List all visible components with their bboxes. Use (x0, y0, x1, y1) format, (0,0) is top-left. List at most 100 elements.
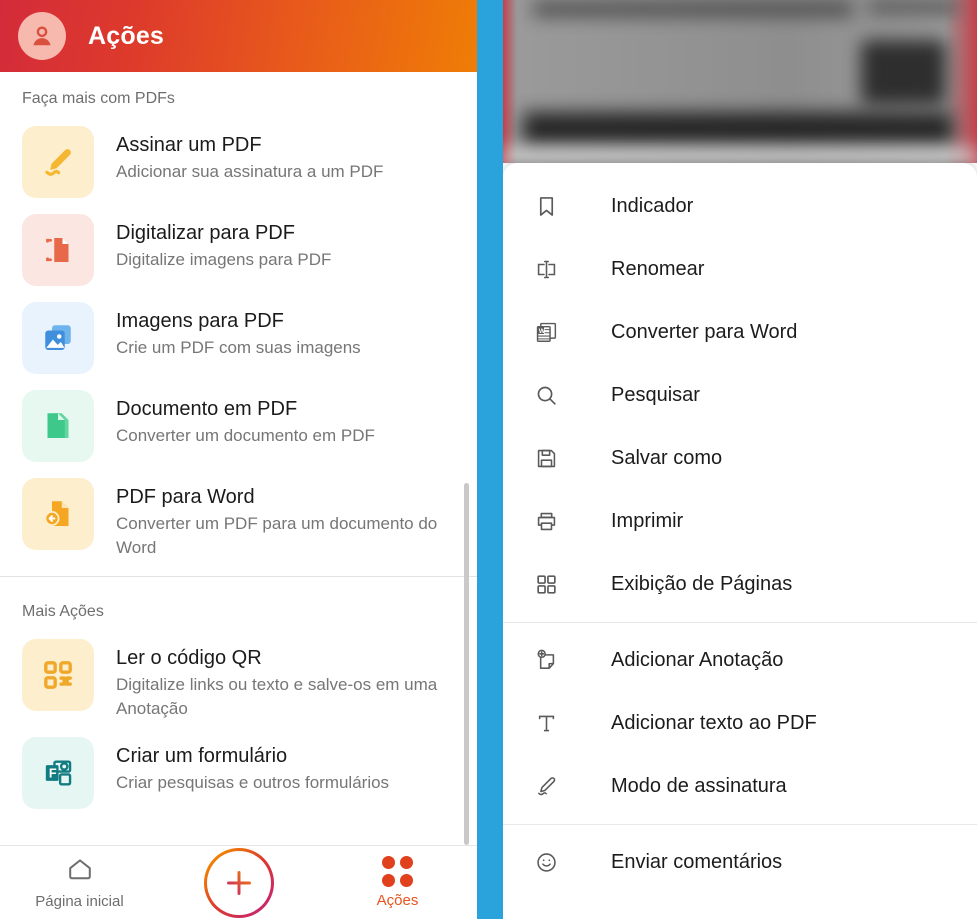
action-item-sign-pdf[interactable]: Assinar um PDF Adicionar sua assinatura … (0, 118, 477, 206)
menu-item-search[interactable]: Pesquisar (503, 364, 977, 427)
app-header: Ações (0, 0, 477, 72)
panel-separator (477, 0, 503, 919)
action-subtitle: Converter um documento em PDF (116, 426, 375, 445)
menu-label: Adicionar Anotação (611, 649, 784, 671)
menu-label: Enviar comentários (611, 851, 783, 873)
rename-icon (529, 253, 563, 287)
action-item-text: Digitalizar para PDF Digitalize imagens … (116, 214, 331, 272)
action-subtitle: Criar pesquisas e outros formulários (116, 773, 390, 792)
action-item-text: Imagens para PDF Crie um PDF com suas im… (116, 302, 361, 360)
svg-text:W: W (538, 328, 545, 335)
pdf-viewer-panel: Indicador Renomear W Converter para Word… (503, 0, 977, 919)
create-new-button[interactable] (203, 847, 274, 918)
blurred-document-preview (503, 0, 977, 163)
vertical-scrollbar[interactable] (464, 483, 469, 845)
search-icon (529, 379, 563, 413)
action-item-text: Ler o código QR Digitalize links ou text… (116, 639, 446, 721)
menu-item-bookmark[interactable]: Indicador (503, 175, 977, 238)
menu-group-divider (503, 622, 977, 623)
action-item-text: PDF para Word Converter um PDF para um d… (116, 478, 446, 560)
menu-label: Exibição de Páginas (611, 573, 793, 595)
section-header-more-actions: Mais Ações (22, 603, 104, 620)
action-item-images-to-pdf[interactable]: Imagens para PDF Crie um PDF com suas im… (0, 294, 477, 382)
blur-band (861, 40, 946, 105)
nav-item-actions[interactable]: Ações (318, 856, 477, 909)
scan-to-pdf-icon (22, 214, 94, 286)
menu-item-convert-to-word[interactable]: W Converter para Word (503, 301, 977, 364)
smiley-feedback-icon (529, 846, 563, 880)
action-title: Assinar um PDF (116, 134, 262, 156)
actions-panel: Ações Faça mais com PDFs Assinar um PDF … (0, 0, 477, 919)
action-title: PDF para Word (116, 486, 255, 508)
action-subtitle: Digitalize links ou texto e salve-os em … (116, 675, 438, 718)
menu-item-rename[interactable]: Renomear (503, 238, 977, 301)
menu-item-send-feedback[interactable]: Enviar comentários (503, 831, 977, 894)
svg-text:F: F (49, 765, 57, 780)
nav-label-home: Página inicial (35, 893, 124, 910)
dot (382, 874, 395, 887)
blur-band (533, 2, 853, 16)
signature-pen-icon (529, 770, 563, 804)
action-item-text: Criar um formulário Criar pesquisas e ou… (116, 737, 389, 795)
menu-label: Pesquisar (611, 384, 700, 406)
action-item-text: Documento em PDF Converter um documento … (116, 390, 375, 448)
page-title: Ações (88, 21, 165, 50)
menu-item-print[interactable]: Imprimir (503, 490, 977, 553)
dot (382, 856, 395, 869)
action-title: Imagens para PDF (116, 310, 284, 332)
menu-item-save-as[interactable]: Salvar como (503, 427, 977, 490)
app-screenshot: Ações Faça mais com PDFs Assinar um PDF … (0, 0, 977, 919)
menu-label: Salvar como (611, 447, 723, 469)
action-title: Criar um formulário (116, 745, 288, 767)
menu-item-add-annotation[interactable]: Adicionar Anotação (503, 629, 977, 692)
action-item-text: Assinar um PDF Adicionar sua assinatura … (116, 126, 383, 184)
menu-label: Modo de assinatura (611, 775, 787, 797)
action-item-read-qr-code[interactable]: Ler o código QR Digitalize links ou text… (0, 631, 477, 729)
create-form-icon: F (22, 737, 94, 809)
blur-band (523, 112, 953, 146)
menu-label: Imprimir (611, 510, 684, 532)
action-item-scan-to-pdf[interactable]: Digitalizar para PDF Digitalize imagens … (0, 206, 477, 294)
action-item-create-form[interactable]: F Criar um formulário Criar pesquisas e … (0, 729, 477, 817)
word-doc-icon: W (529, 316, 563, 350)
action-item-pdf-to-word[interactable]: PDF para Word Converter um PDF para um d… (0, 470, 477, 568)
printer-icon (529, 505, 563, 539)
qr-code-icon (22, 639, 94, 711)
menu-group-divider (503, 824, 977, 825)
menu-label: Indicador (611, 195, 694, 217)
grid-dots-icon (382, 856, 413, 887)
context-menu-sheet: Indicador Renomear W Converter para Word… (503, 163, 977, 919)
action-subtitle: Adicionar sua assinatura a um PDF (116, 162, 384, 181)
menu-label: Adicionar texto ao PDF (611, 712, 817, 734)
action-subtitle: Converter um PDF para um documento do Wo… (116, 514, 438, 557)
menu-item-add-text[interactable]: Adicionar texto ao PDF (503, 692, 977, 755)
home-icon (66, 855, 94, 888)
menu-item-page-view[interactable]: Exibição de Páginas (503, 553, 977, 616)
blur-band (503, 148, 977, 163)
action-title: Documento em PDF (116, 398, 298, 420)
action-item-document-to-pdf[interactable]: Documento em PDF Converter um documento … (0, 382, 477, 470)
pages-grid-icon (529, 568, 563, 602)
document-to-pdf-icon (22, 390, 94, 462)
person-circle-icon[interactable] (18, 12, 66, 60)
text-tool-icon (529, 707, 563, 741)
nav-label-actions: Ações (376, 892, 419, 909)
action-title: Digitalizar para PDF (116, 222, 295, 244)
menu-item-signature-mode[interactable]: Modo de assinatura (503, 755, 977, 818)
add-note-icon (529, 644, 563, 678)
image-to-pdf-icon (22, 302, 94, 374)
menu-label: Renomear (611, 258, 705, 280)
action-title: Ler o código QR (116, 647, 262, 669)
action-subtitle: Crie um PDF com suas imagens (116, 338, 361, 357)
dot (400, 856, 413, 869)
dot (400, 874, 413, 887)
bottom-navigation-bar: Página inicial Ações (0, 845, 477, 919)
bookmark-icon (529, 190, 563, 224)
pen-signature-icon (22, 126, 94, 198)
blur-band (868, 0, 958, 14)
action-subtitle: Digitalize imagens para PDF (116, 250, 332, 269)
pdf-to-word-icon (22, 478, 94, 550)
section-header-pdfs: Faça mais com PDFs (22, 90, 175, 107)
create-fab-wrapper (159, 847, 318, 918)
nav-item-home[interactable]: Página inicial (0, 855, 159, 910)
